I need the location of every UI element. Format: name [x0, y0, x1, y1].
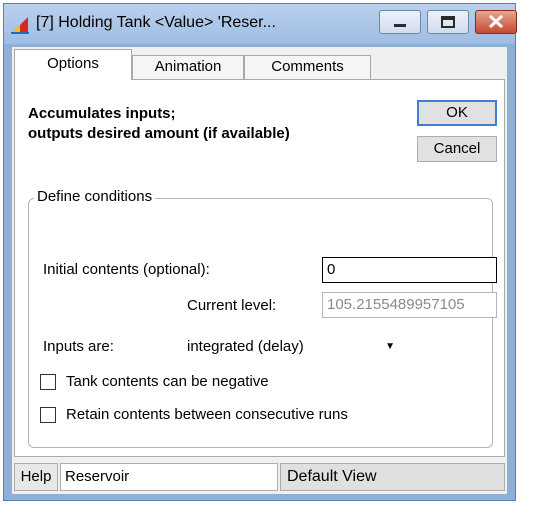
cancel-button[interactable]: Cancel: [417, 136, 497, 162]
inputs-are-label: Inputs are:: [43, 338, 114, 355]
retain-contents-label[interactable]: Retain contents between consecutive runs: [66, 406, 348, 423]
current-level-label: Current level:: [187, 297, 277, 314]
tab-options[interactable]: Options: [14, 49, 132, 80]
maximize-icon: [441, 16, 455, 28]
retain-contents-checkbox[interactable]: [40, 407, 56, 423]
inputs-are-value: integrated (delay): [187, 338, 304, 355]
dialog-window: [7] Holding Tank <Value> 'Reser... Optio…: [3, 3, 517, 501]
tab-comments[interactable]: Comments: [244, 55, 371, 79]
minimize-button[interactable]: [379, 10, 421, 34]
initial-contents-label: Initial contents (optional):: [43, 261, 210, 278]
window-title: [7] Holding Tank <Value> 'Reser...: [36, 14, 276, 31]
tab-animation[interactable]: Animation: [132, 55, 244, 79]
title-bar[interactable]: [7] Holding Tank <Value> 'Reser...: [4, 4, 517, 44]
tank-negative-label[interactable]: Tank contents can be negative: [66, 373, 269, 390]
options-page: Accumulates inputs; outputs desired amou…: [14, 79, 505, 457]
app-icon: [10, 15, 30, 35]
close-icon: [488, 14, 504, 29]
description-line-2: outputs desired amount (if available): [28, 125, 290, 142]
dialog-client: Options Animation Comments Accumulates i…: [12, 47, 507, 494]
status-bar: Help Reservoir Default View: [12, 459, 507, 494]
current-level-value: 105.2155489957105: [322, 292, 497, 318]
inputs-are-select[interactable]: integrated (delay) ▼: [183, 336, 399, 358]
initial-contents-input[interactable]: 0: [322, 257, 497, 283]
block-name-field[interactable]: Reservoir: [60, 463, 278, 491]
close-button[interactable]: [475, 10, 517, 34]
view-selector[interactable]: Default View: [280, 463, 505, 491]
group-label: Define conditions: [34, 188, 156, 205]
description-line-1: Accumulates inputs;: [28, 105, 176, 122]
help-button[interactable]: Help: [14, 463, 58, 491]
tank-negative-checkbox[interactable]: [40, 374, 56, 390]
block-description: Accumulates inputs; outputs desired amou…: [28, 104, 290, 144]
minimize-icon: [394, 24, 406, 27]
ok-button[interactable]: OK: [417, 100, 497, 126]
maximize-button[interactable]: [427, 10, 469, 34]
chevron-down-icon: ▼: [385, 341, 395, 352]
